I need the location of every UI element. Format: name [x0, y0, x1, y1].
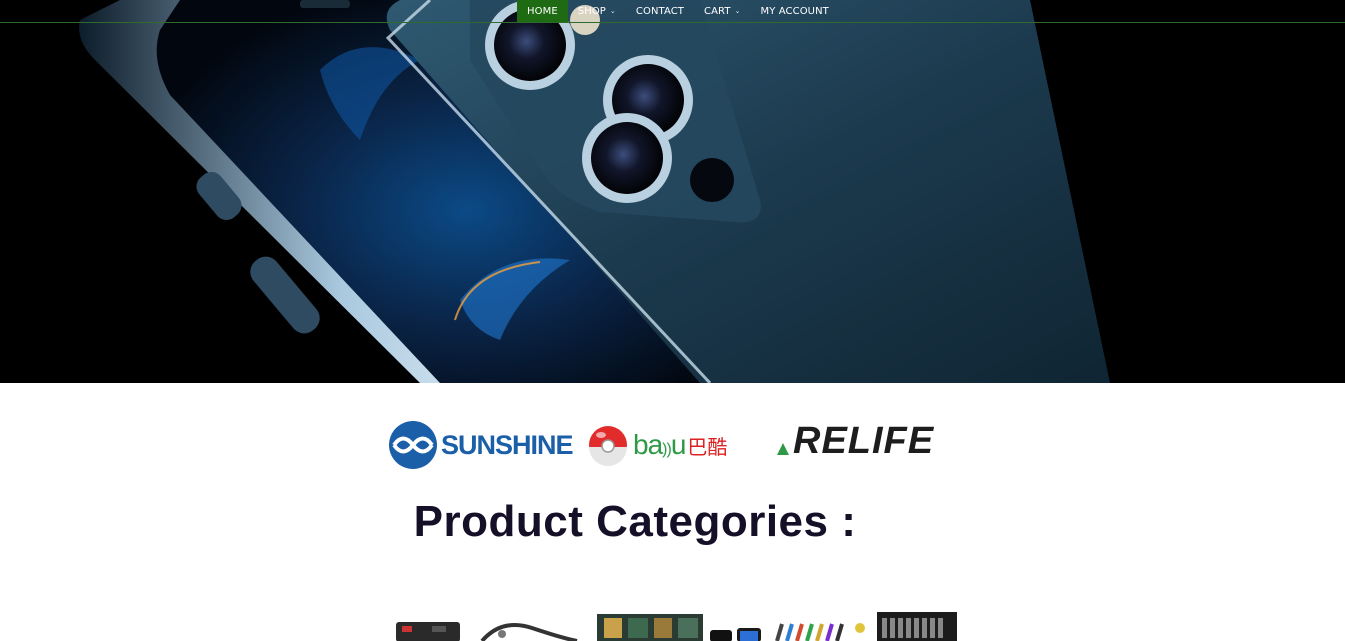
relife-mark-icon — [777, 443, 789, 455]
nav-contact[interactable]: CONTACT — [626, 0, 694, 22]
sunshine-wordmark: SUNSHINE — [441, 429, 574, 460]
hero-banner — [0, 0, 1345, 383]
brand-logos: SUNSHINE ba))u 巴酷 RELIFE — [388, 416, 958, 472]
nav-contact-label: CONTACT — [635, 5, 685, 17]
nav-home-label: HOME — [527, 5, 558, 17]
baku-chinese-wordmark: 巴酷 — [687, 434, 728, 459]
category-thumbnails[interactable] — [392, 608, 958, 641]
relife-wordmark: RELIFE — [793, 419, 935, 462]
baku-wordmark: ba))u — [633, 429, 686, 460]
phone-hero-image — [0, 0, 1345, 383]
chevron-down-icon: ⌄ — [609, 7, 616, 15]
chevron-down-icon: ⌄ — [734, 7, 741, 15]
nav-shop[interactable]: SHOP ⌄ — [568, 0, 626, 22]
relife-logo[interactable]: RELIFE — [773, 416, 958, 466]
baku-logo[interactable]: ba))u 巴酷 — [587, 420, 767, 470]
nav-home[interactable]: HOME — [517, 0, 568, 22]
sunshine-logo-icon — [389, 421, 437, 469]
nav-shop-label: SHOP — [577, 5, 606, 17]
nav-my-account[interactable]: MY ACCOUNT — [751, 0, 839, 22]
baku-ball-icon — [589, 426, 627, 466]
nav-cart-label: CART — [704, 5, 731, 17]
sunshine-logo[interactable]: SUNSHINE — [388, 420, 583, 470]
category-thumbnails-image — [396, 612, 957, 641]
nav-cart[interactable]: CART ⌄ — [694, 0, 751, 22]
nav-my-account-label: MY ACCOUNT — [760, 5, 829, 17]
nav-divider — [0, 22, 1345, 23]
section-title: Product Categories : — [413, 497, 857, 546]
main-nav: HOME SHOP ⌄ CONTACT CART ⌄ MY ACCOUNT — [517, 0, 839, 22]
